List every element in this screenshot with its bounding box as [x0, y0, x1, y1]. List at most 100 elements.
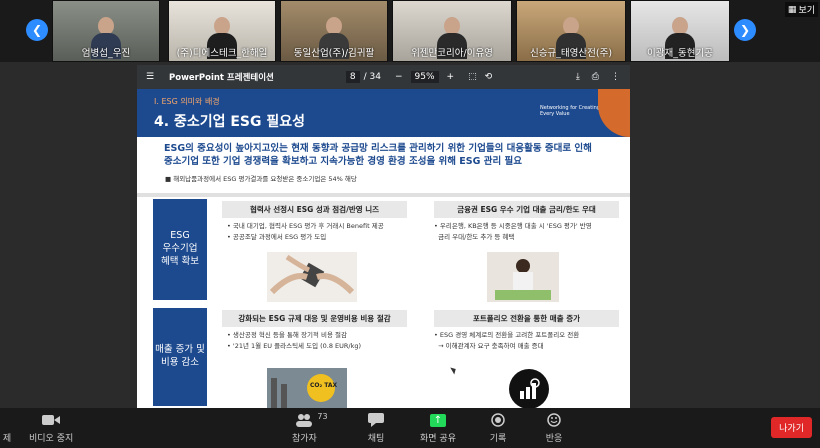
participant-tile[interactable]: (주)디에스테크_한해일 — [168, 0, 276, 62]
audio-label-partial: 제 — [2, 434, 12, 444]
bullets-portfolio: • ESG 경영 체계로의 전환을 고려한 포트폴리오 전환 → 이해관계자 요… — [434, 331, 580, 351]
hands-image — [267, 252, 357, 302]
participant-name: 신승규_태영산전(주) — [529, 48, 613, 59]
view-tools: ⬚ ⟲ — [468, 72, 492, 82]
intro-line-1: ESG의 중요성이 높아지고있는 현재 동향과 공급망 리스크를 관리하기 위한… — [164, 143, 592, 154]
row-label-benefit-text: ESG 우수기업 혜택 확보 — [161, 230, 199, 267]
leave-button[interactable]: 나가기 — [771, 417, 812, 438]
participants-icon: 73 — [295, 412, 328, 428]
share-screen-icon: ↑ — [429, 412, 447, 428]
record-button[interactable]: 기록 — [489, 412, 507, 444]
record-icon — [489, 412, 507, 428]
reactions-button[interactable]: 반응 — [545, 412, 563, 444]
chat-label: 채팅 — [367, 434, 385, 444]
participants-label: 참가자 — [292, 434, 317, 444]
total-pages: / 34 — [363, 72, 381, 82]
hands-illustration — [269, 254, 355, 295]
reactions-label: 반응 — [545, 434, 563, 444]
chat-icon — [367, 412, 385, 428]
more-options-icon[interactable]: ⋮ — [611, 72, 620, 82]
file-actions: ⤓ ⎙ ⋮ — [576, 72, 620, 82]
share-screen-button[interactable]: ↑ 화면 공유 — [420, 412, 456, 444]
bullet-text: → 이해관계자 요구 충족하여 매출 증대 — [438, 342, 544, 351]
grid-icon: ▦ — [787, 4, 797, 15]
video-label: 비디오 중지 — [29, 434, 74, 444]
participant-name: 위젠만코리아/이유영 — [411, 48, 493, 59]
bullet-text: 국내 대기업, 협력사 ESG 평가 후 거래시 Benefit 제공 — [232, 222, 384, 230]
gallery-prev-button[interactable]: ❮ — [26, 19, 48, 41]
bullets-supplier: • 국내 대기업, 협력사 ESG 평가 후 거래시 Benefit 제공 • … — [227, 222, 384, 242]
portfolio-image — [509, 369, 549, 409]
microphone-icon — [0, 412, 16, 428]
bullet-text: 공공조달 과정에서 ESG 평가 도입 — [232, 233, 327, 242]
slide-title: 4. 중소기업 ESG 필요성 — [154, 114, 305, 130]
chevron-right-icon: ❯ — [739, 23, 751, 37]
rotate-icon[interactable]: ⟲ — [485, 72, 493, 82]
participant-tile[interactable]: 이광재_동현기공 — [630, 0, 730, 62]
zoom-meeting-window: 엄병섭_우진 (주)디에스테크_한해일 동일산업(주)/김귀팔 위젠만코리아/이… — [0, 0, 820, 448]
bank-image — [487, 252, 559, 302]
participant-gallery: 엄병섭_우진 (주)디에스테크_한해일 동일산업(주)/김귀팔 위젠만코리아/이… — [0, 0, 820, 62]
video-button[interactable]: 비디오 중지 — [29, 412, 73, 444]
fit-page-icon[interactable]: ⬚ — [468, 72, 477, 82]
chat-button[interactable]: 채팅 — [367, 412, 385, 444]
slide-logo-text: Networking for Creating Every Value — [540, 105, 600, 117]
meeting-toolbar: 제 비디오 중지 73 참가자 채팅 ↑ 화면 공유 기록 반응 나가기 — [0, 408, 820, 448]
view-button-label: 보기 — [798, 6, 815, 16]
row-label-revenue-text: 매출 증가 및 비용 감소 — [155, 344, 205, 368]
chevron-left-icon: ❮ — [31, 23, 43, 37]
bullet-text: 금리 우대/한도 추가 등 혜택 — [438, 233, 515, 242]
bank-illustration — [495, 259, 551, 300]
participant-tile[interactable]: 동일산업(주)/김귀팔 — [280, 0, 388, 62]
bullet-text: 생산공정 혁신 등을 통해 장기적 비용 절감 — [232, 331, 347, 339]
co2-tax-illustration — [267, 368, 347, 410]
participant-tile[interactable]: 엄병섭_우진 — [52, 0, 160, 62]
section-title-supplier: 협력사 선정시 ESG 성과 점검/반영 니즈 — [222, 201, 407, 218]
zoom-in-button[interactable]: + — [447, 72, 455, 82]
slide-intro: ESG의 중요성이 높아지고있는 현재 동향과 공급망 리스크를 관리하기 위한… — [164, 143, 592, 169]
bullets-finance: • 우리은행, KB은행 등 시중은행 대출 시 'ESG 평가' 반영 금리 … — [434, 222, 592, 242]
current-page-input[interactable]: 8 — [345, 71, 360, 83]
presentation-toolbar: ☰ PowerPoint 프레젠테이션 8 / 34 − 95% + ⬚ ⟲ ⤓… — [137, 65, 630, 89]
audio-control-partial[interactable]: 제 — [0, 412, 16, 444]
presentation-title: PowerPoint 프레젠테이션 — [169, 73, 274, 83]
zoom-out-button[interactable]: − — [395, 72, 403, 82]
portfolio-illustration — [520, 378, 540, 399]
row-label-benefit: ESG 우수기업 혜택 확보 — [153, 199, 207, 300]
zoom-level-input[interactable]: 95% — [410, 71, 439, 83]
participant-name: (주)디에스테크_한해일 — [176, 48, 268, 59]
intro-bullet: ■ 해외납품과정에서 ESG 평가결과를 요청받은 중소기업은 54% 해당 — [165, 175, 357, 183]
participants-button[interactable]: 73 참가자 — [292, 412, 328, 444]
co2-tax-label: CO₂ TAX — [310, 382, 338, 389]
page-indicator: 8 / 34 — [345, 71, 381, 83]
view-button[interactable]: ▦ 보기 — [784, 2, 818, 17]
section-title-regulation: 강화되는 ESG 규제 대응 및 운영비용 비용 절감 — [222, 310, 407, 327]
section-title-portfolio: 포트폴리오 전환을 통한 매출 증가 — [434, 310, 619, 327]
bullets-regulation: • 생산공정 혁신 등을 통해 장기적 비용 절감 • '21년 1월 EU 플… — [227, 331, 362, 351]
participant-tile[interactable]: 신승규_태영산전(주) — [516, 0, 626, 62]
menu-icon[interactable]: ☰ — [146, 72, 160, 82]
gallery-next-button[interactable]: ❯ — [734, 19, 756, 41]
intro-bullet-text: 해외납품과정에서 ESG 평가결과를 요청받은 중소기업은 54% 해당 — [173, 175, 357, 183]
intro-line-2: 중소기업 또한 기업 경쟁력을 확보하고 지속가능한 경영 환경 조성을 위해 … — [164, 155, 522, 167]
download-icon[interactable]: ⤓ — [576, 72, 580, 82]
view-options-area: ▦ 보기 — [760, 0, 820, 62]
divider — [137, 193, 630, 197]
record-label: 기록 — [489, 434, 507, 444]
slide-header: I. ESG 의미와 배경 4. 중소기업 ESG 필요성 Networking… — [137, 89, 630, 137]
participant-name: 엄병섭_우진 — [81, 48, 131, 59]
bullet-text: '21년 1월 EU 플라스틱세 도입 (0.8 EUR/kg) — [232, 342, 362, 351]
print-icon[interactable]: ⎙ — [592, 72, 599, 82]
bullet-text: 우리은행, KB은행 등 시중은행 대출 시 'ESG 평가' 반영 — [439, 222, 592, 230]
slide-page: I. ESG 의미와 배경 4. 중소기업 ESG 필요성 Networking… — [137, 89, 630, 410]
smiley-icon — [545, 412, 563, 428]
slide-section-label: I. ESG 의미와 배경 — [154, 97, 220, 106]
bullet-text: ESG 경영 체계로의 전환을 고려한 포트폴리오 전환 — [439, 331, 580, 339]
participant-name: 동일산업(주)/김귀팔 — [293, 48, 375, 59]
participant-tile[interactable]: 위젠만코리아/이유영 — [392, 0, 512, 62]
participant-name: 이광재_동현기공 — [647, 48, 713, 59]
header-decoration — [598, 89, 630, 137]
video-camera-icon — [42, 412, 61, 428]
section-title-finance: 금융권 ESG 우수 기업 대출 금리/한도 우대 — [434, 201, 619, 218]
co2-tax-image: CO₂ TAX — [267, 368, 347, 410]
